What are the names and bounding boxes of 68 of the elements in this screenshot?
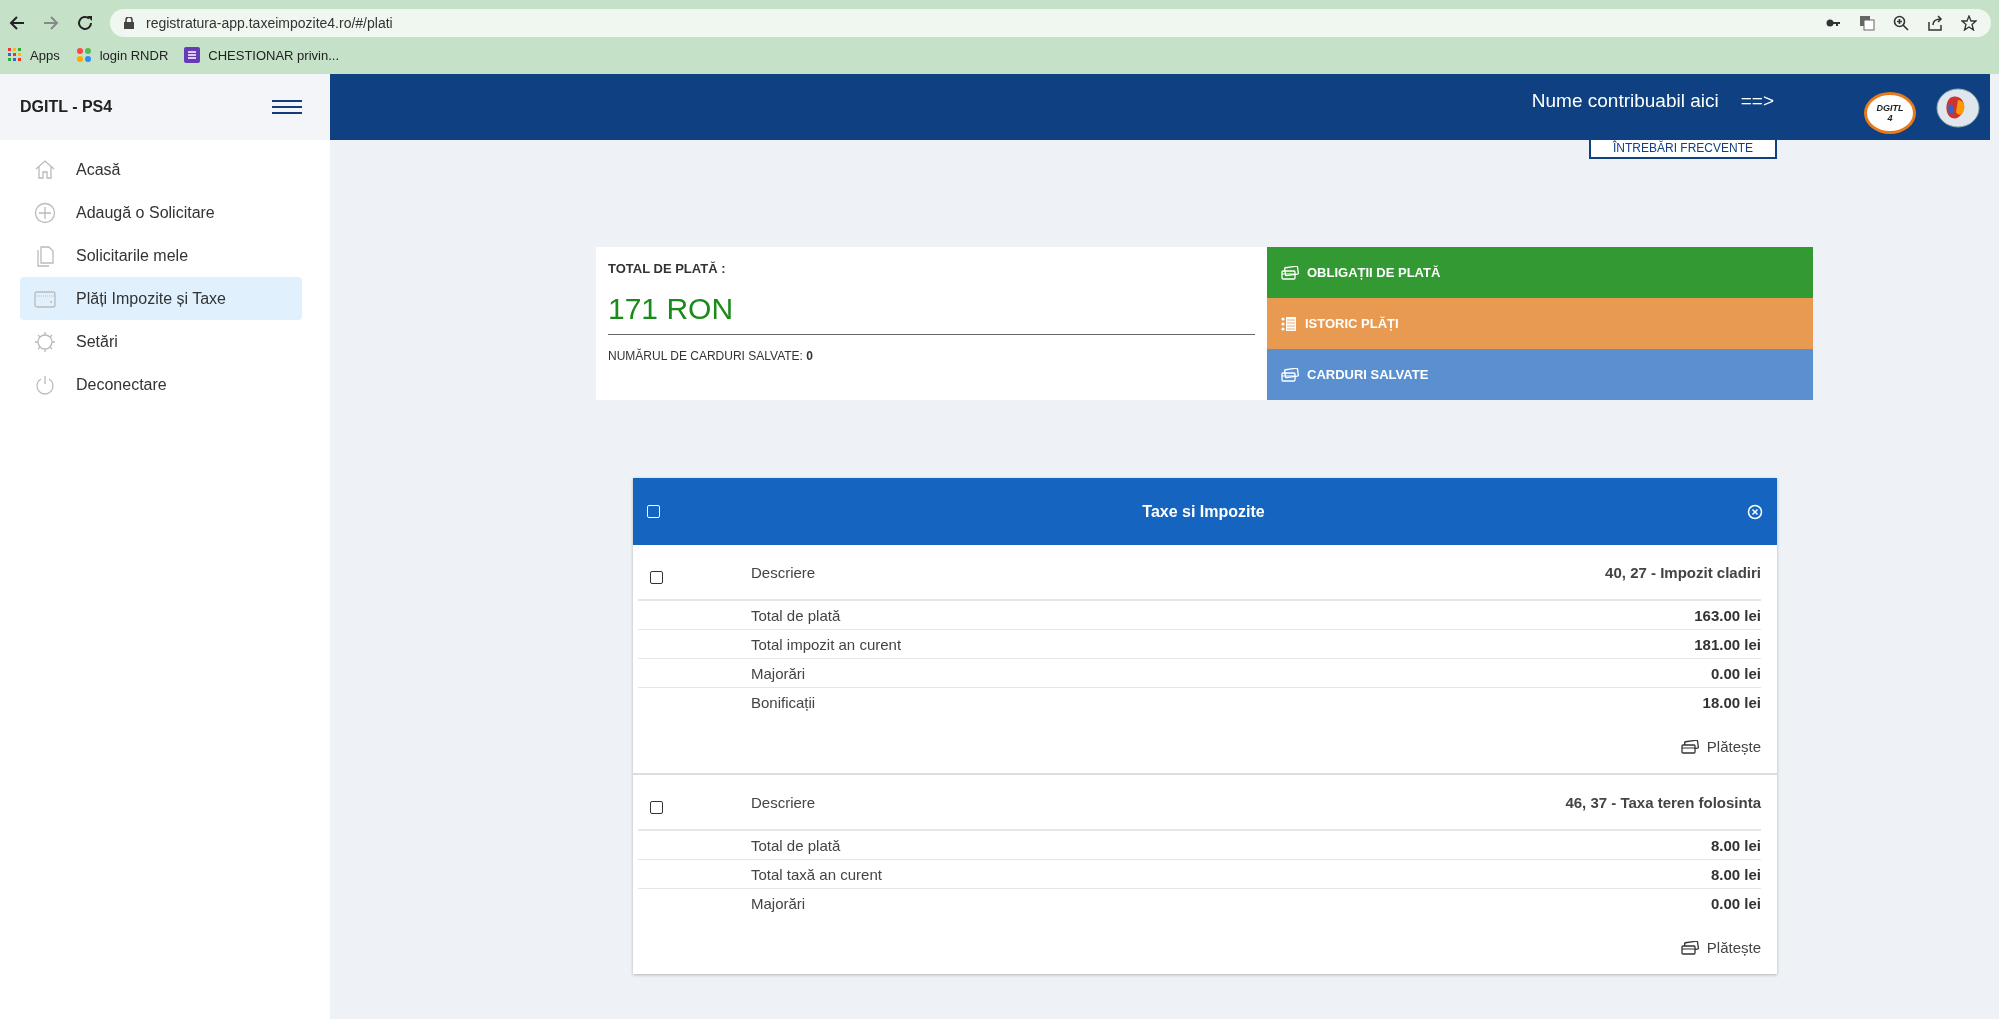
row-value: 8.00 lei [1710, 836, 1761, 854]
action-button[interactable]: OBLIGAȚII DE PLATĂ [1267, 247, 1813, 298]
row-value: 18.00 lei [1702, 693, 1761, 711]
row-value: 0.00 lei [1710, 664, 1761, 682]
row-label: Majorări [751, 664, 807, 682]
nav-item[interactable]: Solicitarile mele [20, 234, 302, 277]
nav-item[interactable]: Deconectare [20, 363, 302, 406]
zoom-icon[interactable] [1893, 15, 1909, 31]
star-icon[interactable] [1961, 15, 1977, 31]
row-label: Majorări [751, 894, 807, 912]
home-icon [34, 158, 56, 181]
bookmark[interactable]: login RNDR [75, 47, 169, 63]
cards-icon [1680, 739, 1699, 754]
share-icon[interactable] [1927, 15, 1943, 31]
close-icon[interactable] [1747, 503, 1763, 520]
saved-cards-count: NUMĂRUL DE CARDURI SALVATE: 0 [608, 349, 814, 363]
row-value: 46, 37 - Taxa teren folosinta [1565, 793, 1761, 811]
menu-icon[interactable] [272, 99, 302, 115]
address-bar[interactable]: registratura-app.taxeimpozite4.ro/#/plati [110, 9, 1991, 37]
row-label: Descriere [751, 563, 817, 581]
bookmark[interactable]: CHESTIONAR privin... [184, 47, 340, 63]
power-icon [34, 373, 56, 396]
emblem-icon [1936, 88, 1980, 128]
cards-icon [1281, 367, 1299, 382]
arrow-text: ==> [1740, 90, 1774, 112]
settings-icon [34, 330, 56, 353]
app-title: DGITL - PS4 [20, 98, 113, 116]
panel-title: Taxe si Impozite [1141, 502, 1266, 521]
plus-icon [34, 201, 56, 224]
translate-icon[interactable] [1859, 15, 1875, 31]
bookmark[interactable]: Apps [8, 47, 60, 63]
user-name: Nume contribuabil aici [1531, 90, 1719, 112]
list-icon [1281, 315, 1297, 332]
nav-item[interactable]: Setări [20, 320, 302, 363]
total-amount: 171 RON [608, 292, 1255, 335]
cards-icon [1281, 265, 1299, 280]
row-label: Total de plată [751, 836, 842, 854]
row-value: 8.00 lei [1710, 865, 1761, 883]
pay-button[interactable]: Plătește [1680, 939, 1761, 956]
lock-icon [124, 17, 134, 29]
documents-icon [34, 244, 56, 267]
checkbox[interactable] [650, 800, 663, 814]
faq-button[interactable]: ÎNTREBĂRI FRECVENTE [1589, 140, 1777, 159]
back-icon[interactable] [8, 14, 26, 32]
row-label: Total impozit an curent [751, 635, 903, 653]
row-value: 40, 27 - Impozit cladiri [1605, 563, 1761, 581]
row-label: Total taxă an curent [751, 865, 883, 883]
nav-item[interactable]: Plăți Impozite și Taxe [20, 277, 302, 320]
cards-icon [1680, 940, 1699, 955]
nav-item[interactable]: Acasă [20, 148, 302, 191]
reload-icon[interactable] [76, 14, 94, 32]
row-label: Descriere [751, 793, 817, 811]
logo-text: 4 [1887, 113, 1893, 123]
row-label: Bonificații [751, 693, 817, 711]
row-label: Total de plată [751, 606, 842, 624]
list-icon [184, 47, 201, 63]
apps-icon [8, 48, 22, 62]
total-label: TOTAL DE PLATĂ : [608, 261, 727, 276]
pinwheel-icon [75, 47, 92, 63]
row-value: 181.00 lei [1694, 635, 1761, 653]
row-value: 0.00 lei [1710, 894, 1761, 912]
checkbox[interactable] [650, 570, 663, 584]
logo-text: DGITL [1876, 103, 1904, 113]
nav-item[interactable]: Adaugă o Solicitare [20, 191, 302, 234]
url-text: registratura-app.taxeimpozite4.ro/#/plati [146, 15, 394, 31]
row-value: 163.00 lei [1694, 606, 1761, 624]
forward-icon[interactable] [42, 14, 60, 32]
pay-button[interactable]: Plătește [1680, 738, 1761, 755]
